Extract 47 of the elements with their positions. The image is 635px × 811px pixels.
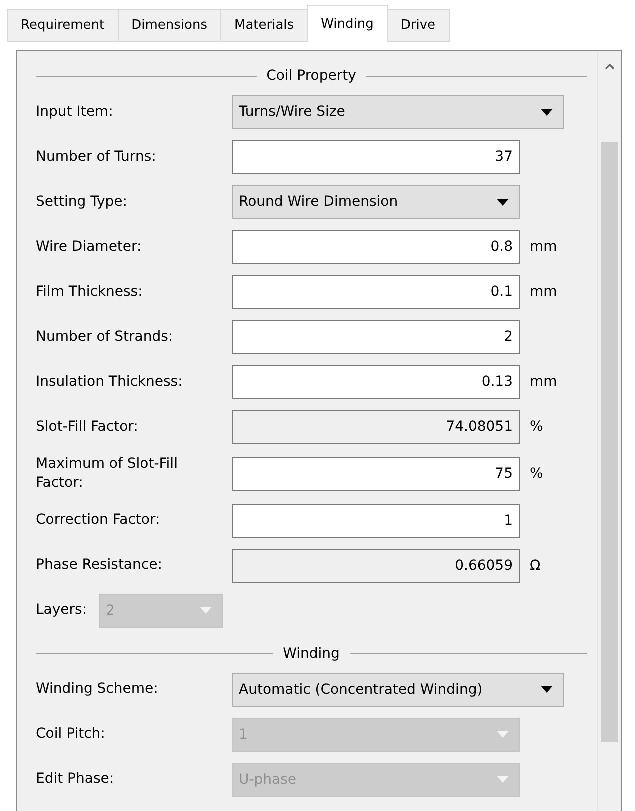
tab[interactable]: Dimensions bbox=[118, 9, 222, 42]
unit-label: % bbox=[529, 466, 544, 482]
scrollbar[interactable] bbox=[597, 51, 621, 811]
field-label: Winding Scheme: bbox=[36, 680, 160, 700]
field-label: Correction Factor: bbox=[36, 511, 162, 530]
field-label: Wire Diameter: bbox=[36, 238, 143, 256]
field-label: Number of Turns: bbox=[36, 148, 158, 166]
dropdown[interactable]: Automatic (Concentrated Winding) bbox=[232, 672, 564, 707]
caret-icon bbox=[497, 731, 509, 738]
input-field[interactable]: 0.13 bbox=[232, 365, 520, 399]
field-label: Input Item: bbox=[36, 102, 114, 122]
field-label: Setting Type: bbox=[36, 192, 128, 212]
caret-icon bbox=[497, 776, 509, 784]
caret-icon bbox=[541, 108, 553, 116]
field-label: Film Thickness: bbox=[36, 282, 144, 302]
unit-label: % bbox=[529, 419, 544, 435]
unit-label: mm bbox=[529, 284, 558, 300]
unit-label: mm bbox=[529, 374, 558, 390]
unit-label: Ω bbox=[529, 558, 542, 574]
caret-icon bbox=[497, 198, 509, 206]
readonly-field: 74.08051 bbox=[232, 410, 520, 444]
readonly-field: 0.66059 bbox=[232, 548, 520, 583]
input-field[interactable]: 0.8 bbox=[232, 230, 520, 264]
input-field[interactable]: 0.1 bbox=[232, 275, 520, 309]
field-label: Coil Pitch: bbox=[36, 725, 106, 744]
tab[interactable]: Requirement bbox=[7, 9, 119, 42]
caret-icon bbox=[200, 607, 212, 614]
input-field[interactable]: 2 bbox=[232, 320, 520, 354]
field-label: Maximum of Slot-Fill Factor: bbox=[36, 455, 179, 493]
unit-label: mm bbox=[529, 239, 558, 255]
caret-icon bbox=[541, 686, 553, 694]
field-label: Phase Resistance: bbox=[36, 556, 164, 576]
input-field[interactable]: 37 bbox=[232, 140, 520, 174]
tab[interactable]: Drive bbox=[386, 9, 450, 42]
section-title: Winding bbox=[283, 646, 340, 662]
field-label: Layers: bbox=[36, 601, 88, 620]
input-field[interactable]: 1 bbox=[232, 504, 520, 538]
field-label: Edit Phase: bbox=[36, 770, 116, 790]
tab[interactable]: Materials bbox=[220, 9, 308, 42]
field-label: Slot-Fill Factor: bbox=[36, 418, 140, 436]
dropdown[interactable]: Turns/Wire Size bbox=[232, 95, 564, 129]
scroll-up-icon[interactable] bbox=[604, 63, 614, 70]
input-field[interactable]: 75 bbox=[232, 456, 520, 491]
field-label: Insulation Thickness: bbox=[36, 372, 184, 392]
section-title: Coil Property bbox=[266, 68, 356, 84]
field-label: Number of Strands: bbox=[36, 328, 174, 346]
dropdown[interactable]: Round Wire Dimension bbox=[232, 185, 520, 219]
